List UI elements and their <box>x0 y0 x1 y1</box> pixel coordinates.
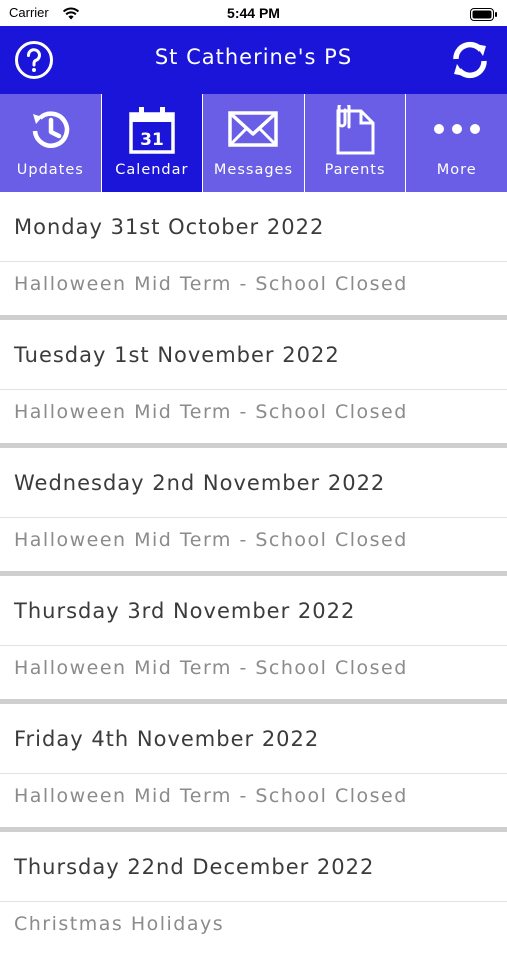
help-icon <box>15 41 53 79</box>
tab-label: More <box>436 162 477 178</box>
tab-label: Calendar <box>115 162 189 178</box>
tab-label: Parents <box>324 162 386 178</box>
event-date: Friday 4th November 2022 <box>0 704 507 774</box>
battery-icon <box>470 6 498 25</box>
event-date: Thursday 22nd December 2022 <box>0 832 507 902</box>
tab-parents[interactable]: Parents <box>305 94 407 192</box>
event-item[interactable]: Monday 31st October 2022 Halloween Mid T… <box>0 192 507 315</box>
envelope-icon <box>227 105 279 159</box>
event-item[interactable]: Thursday 3rd November 2022 Halloween Mid… <box>0 576 507 699</box>
event-date: Wednesday 2nd November 2022 <box>0 448 507 518</box>
calendar-icon: 31 <box>127 105 177 159</box>
refresh-button[interactable] <box>448 39 492 81</box>
tab-label: Updates <box>16 162 84 178</box>
tab-updates[interactable]: Updates <box>0 94 102 192</box>
event-title: Christmas Holidays <box>14 913 225 935</box>
tab-calendar[interactable]: 31 Calendar <box>101 94 204 192</box>
status-bar: Carrier 5:44 PM <box>0 0 507 26</box>
clock-history-icon <box>25 105 75 159</box>
event-title: Halloween Mid Term - School Closed <box>14 529 408 551</box>
event-date: Monday 31st October 2022 <box>0 192 507 262</box>
event-title: Halloween Mid Term - School Closed <box>14 657 408 679</box>
event-title: Halloween Mid Term - School Closed <box>14 273 408 295</box>
page-title: St Catherine's PS <box>154 45 353 69</box>
event-date: Thursday 3rd November 2022 <box>0 576 507 646</box>
app-header: St Catherine's PS <box>0 26 507 94</box>
document-clip-icon <box>330 100 380 159</box>
tab-messages[interactable]: Messages <box>203 94 305 192</box>
event-date: Tuesday 1st November 2022 <box>0 320 507 390</box>
calendar-icon-day: 31 <box>140 130 164 150</box>
event-item[interactable]: Tuesday 1st November 2022 Halloween Mid … <box>0 320 507 443</box>
event-title: Halloween Mid Term - School Closed <box>14 401 408 423</box>
event-item[interactable]: Wednesday 2nd November 2022 Halloween Mi… <box>0 448 507 571</box>
tab-bar: Updates 31 Calendar Messages Parents Mor… <box>0 94 507 192</box>
help-button[interactable] <box>14 40 54 80</box>
event-item[interactable]: Friday 4th November 2022 Halloween Mid T… <box>0 704 507 827</box>
more-dots-icon <box>431 105 483 159</box>
refresh-icon <box>453 41 487 79</box>
tab-label: Messages <box>213 162 294 178</box>
tab-more[interactable]: More <box>406 94 507 192</box>
event-title: Halloween Mid Term - School Closed <box>14 785 408 807</box>
clock-time: 5:44 PM <box>227 5 280 21</box>
events-list: Monday 31st October 2022 Halloween Mid T… <box>0 192 507 955</box>
event-item[interactable]: Thursday 22nd December 2022 Christmas Ho… <box>0 832 507 955</box>
